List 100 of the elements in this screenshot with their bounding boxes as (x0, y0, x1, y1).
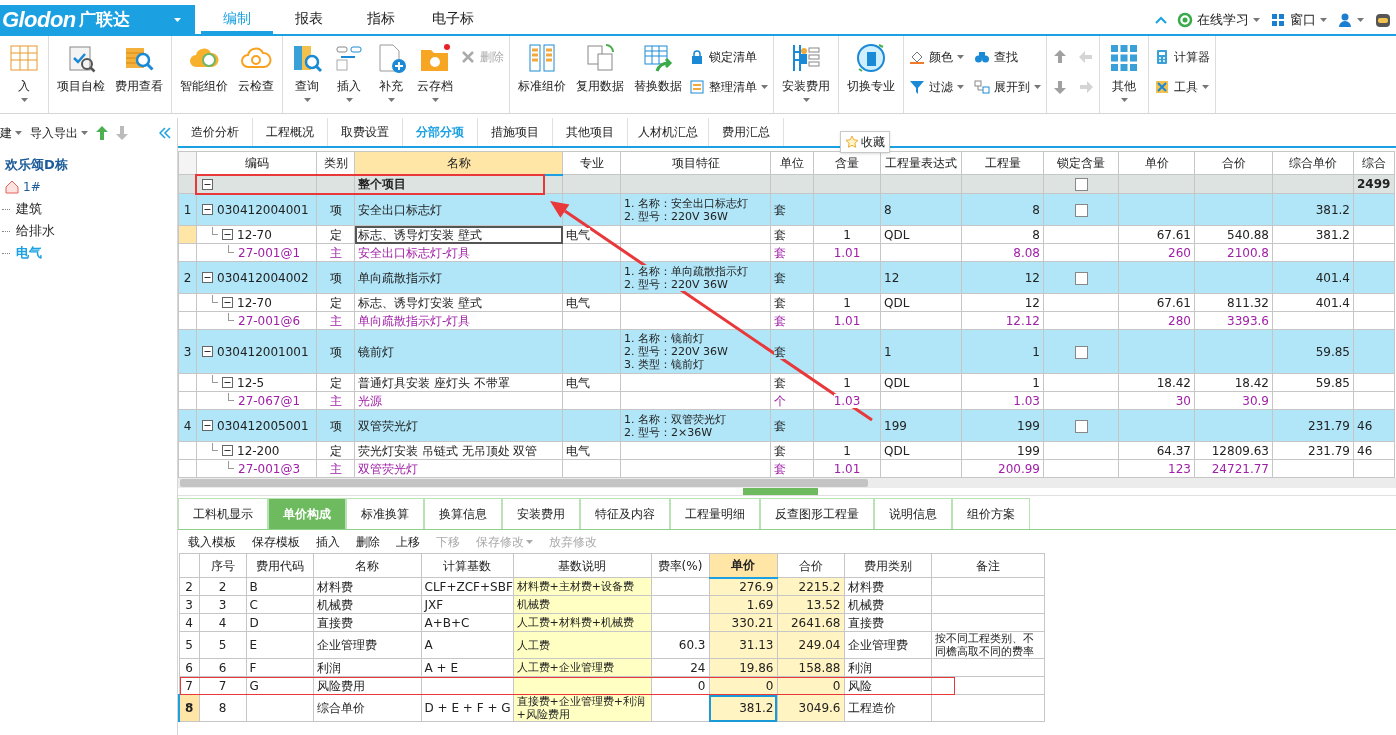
tab[interactable]: 反查图形工程量 (760, 498, 874, 529)
table-cell: 4 (178, 409, 197, 442)
ribbon-button[interactable]: 费用查看 (112, 42, 166, 95)
column-header[interactable]: 项目特征 (620, 151, 771, 175)
tab[interactable]: 组价方案 (952, 498, 1030, 529)
ribbon-button[interactable]: 过滤 (909, 76, 964, 98)
table-cell: 1 (178, 193, 197, 226)
table-cell: 工程造价 (844, 694, 931, 722)
toolbar-button[interactable]: 上移 (396, 533, 420, 551)
menu-tab[interactable]: 指标 (345, 5, 417, 34)
ribbon-button[interactable]: 云检查 (235, 42, 277, 95)
feature-text: 1. 名称：安全出口标志灯 2. 型号：220V 36W (624, 196, 748, 223)
column-header[interactable]: 单位 (770, 151, 814, 175)
toolbar-button[interactable]: 建 (0, 124, 22, 142)
tab[interactable]: 其他项目 (553, 118, 628, 146)
table-cell: 利润 (313, 658, 421, 677)
column-header[interactable]: 单价 (1118, 151, 1195, 175)
code-text: 030412001001 (217, 344, 309, 359)
tab[interactable]: 工程概况 (253, 118, 328, 146)
column-header[interactable]: 费用类别 (844, 553, 931, 578)
header-button[interactable]: 窗口 (1270, 9, 1327, 30)
ribbon-button[interactable]: 项目自检 (54, 42, 108, 95)
ribbon-button[interactable]: 锁定清单 (689, 46, 768, 68)
column-header[interactable]: 计算基数 (421, 553, 513, 578)
column-header[interactable]: 含量 (813, 151, 881, 175)
toolbar-button[interactable]: 删除 (356, 533, 380, 551)
column-header[interactable]: 序号 (199, 553, 246, 578)
tab[interactable]: 取费设置 (328, 118, 403, 146)
column-header[interactable]: 单价 (709, 553, 777, 578)
ribbon-button[interactable]: 入 (5, 42, 43, 102)
column-header[interactable]: 综合单价 (1272, 151, 1354, 175)
table-cell: 标志、诱导灯安装 壁式 (354, 225, 563, 244)
ribbon-button[interactable]: 插入 (330, 42, 368, 102)
ribbon-button[interactable]: 标准组价 (515, 42, 569, 95)
ribbon-button[interactable]: 安装费用 (779, 42, 833, 102)
tab[interactable]: 造价分析 (178, 118, 253, 146)
ribbon-button[interactable]: 颜色 (909, 46, 964, 68)
tab[interactable]: 换算信息 (424, 498, 502, 529)
tab[interactable]: 安装费用 (502, 498, 580, 529)
toolbar-button[interactable]: 导入导出 (30, 124, 88, 142)
menu-tab[interactable]: 报表 (273, 5, 345, 34)
column-header[interactable]: 综合 (1353, 151, 1395, 175)
column-header[interactable]: 名称 (354, 151, 563, 175)
ribbon-button[interactable]: 查找 (974, 46, 1041, 68)
tab[interactable]: 费用汇总 (709, 118, 784, 146)
ribbon-button[interactable]: 其他 (1105, 42, 1143, 102)
column-header[interactable]: 备注 (931, 553, 1044, 578)
table-cell: 机械费 (844, 595, 931, 614)
column-header[interactable]: 工程量表达式 (880, 151, 962, 175)
tree-item[interactable]: 1# (23, 178, 41, 196)
header-button[interactable]: 在线学习 (1177, 9, 1260, 30)
column-header[interactable]: 基数说明 (513, 553, 651, 578)
code-text: 12-5 (237, 375, 265, 390)
column-header[interactable]: 合价 (1194, 151, 1273, 175)
column-header[interactable]: 合价 (777, 553, 844, 578)
column-header[interactable]: 锁定含量 (1043, 151, 1119, 175)
ribbon-button[interactable]: 云存档 (414, 42, 456, 102)
tab[interactable]: 措施项目 (478, 118, 553, 146)
table-cell: 直接费 (313, 613, 421, 632)
ribbon-button[interactable]: 查询 (288, 42, 326, 102)
column-header[interactable]: 工程量 (961, 151, 1044, 175)
table-cell: 企业管理费 (844, 631, 931, 659)
tab[interactable]: 说明信息 (874, 498, 952, 529)
column-header[interactable]: 编码 (196, 151, 317, 175)
column-header[interactable]: 名称 (313, 553, 421, 578)
tab[interactable]: 工程量明细 (670, 498, 760, 529)
ribbon-button[interactable]: 展开到 (974, 76, 1041, 98)
ribbon-button[interactable]: 智能组价 (177, 42, 231, 95)
toolbar-button[interactable]: 插入 (316, 533, 340, 551)
tab[interactable]: 标准换算 (346, 498, 424, 529)
table-cell: 3049.6 (777, 694, 844, 722)
table-cell: 机械费 (313, 595, 421, 614)
ribbon-button[interactable]: 补充 (372, 42, 410, 102)
tab[interactable]: 工料机显示 (178, 498, 268, 529)
tree-item[interactable]: 欢乐颂D栋 (5, 155, 68, 175)
ribbon-button[interactable]: 整理清单 (689, 76, 768, 98)
column-header[interactable]: 类别 (316, 151, 355, 175)
ribbon-button[interactable]: 复用数据 (573, 42, 627, 95)
menu-tab[interactable]: 电子标 (417, 5, 489, 34)
tree-item[interactable]: 给排水 (16, 221, 55, 241)
ribbon-button[interactable]: 替换数据 (631, 42, 685, 95)
table-cell: 1 (961, 329, 1044, 374)
table-cell: 3 (199, 595, 246, 614)
toolbar-button[interactable]: 载入模板 (188, 533, 236, 551)
tree-item[interactable]: 建筑 (16, 199, 42, 219)
tab[interactable]: 特征及内容 (580, 498, 670, 529)
ribbon-button[interactable]: 计算器 (1154, 46, 1210, 68)
table-cell: 381.2 (709, 694, 777, 722)
table-cell: 材料费 (844, 577, 931, 596)
column-header[interactable]: 费率(%) (651, 553, 709, 578)
ribbon-button[interactable]: 切换专业 (844, 42, 898, 95)
table-cell: 企业管理费 (313, 631, 421, 659)
column-header[interactable]: 费用代码 (246, 553, 313, 578)
tab[interactable]: 人材机汇总 (628, 118, 709, 146)
ribbon-button[interactable]: 工具 (1154, 76, 1210, 98)
logo-text: 广联达 (78, 7, 130, 31)
toolbar-button[interactable]: 保存模板 (252, 533, 300, 551)
table-cell: 材料费 (313, 577, 421, 596)
table-cell: 双管荧光灯 (354, 409, 563, 442)
column-header[interactable]: 专业 (562, 151, 621, 175)
